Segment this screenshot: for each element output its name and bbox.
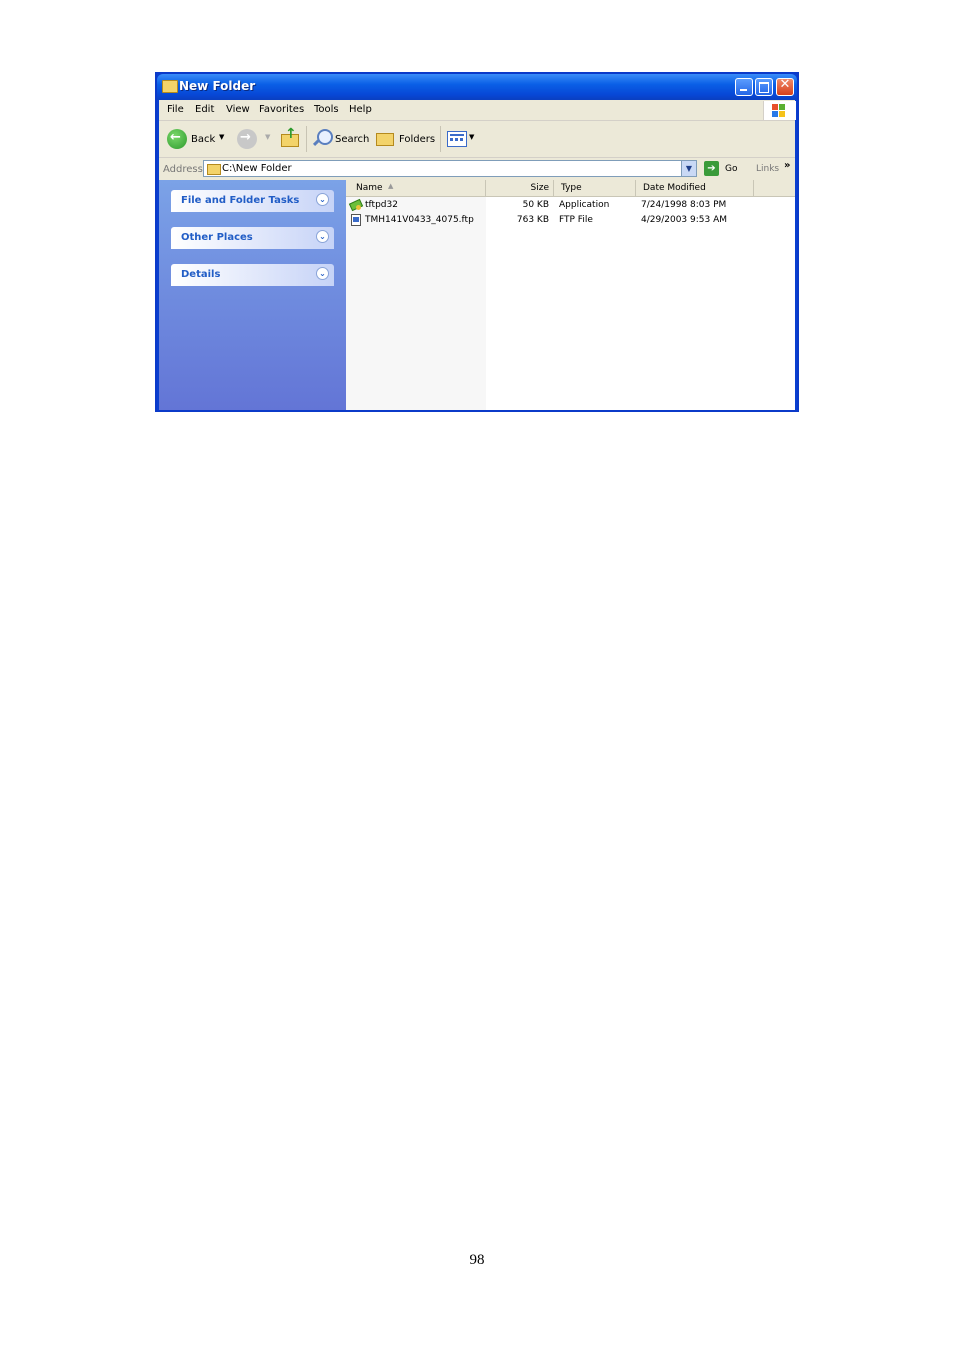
file-name: TMH141V0433_4075.ftp (365, 215, 474, 225)
file-size: 50 KB (522, 200, 549, 210)
panel-title: Other Places (181, 232, 253, 243)
folder-icon (162, 80, 178, 93)
column-header-label: Name (356, 183, 383, 193)
window-title: New Folder (179, 79, 256, 93)
ftp-file-icon (350, 214, 362, 226)
expand-chevron-icon[interactable]: ⌄ (316, 267, 329, 280)
search-icon[interactable] (312, 128, 333, 148)
go-button[interactable]: Go (725, 164, 737, 174)
links-chevron-icon[interactable]: » (784, 160, 790, 171)
explorer-window: New Folder ✕ File Edit View Favorites To… (155, 72, 799, 412)
column-header-label: Size (530, 183, 549, 193)
address-value: C:\New Folder (222, 163, 292, 174)
menu-bar: File Edit View Favorites Tools Help (159, 100, 796, 121)
standard-toolbar: ← Back ▼ → ▼ ↑ Search Folders ▼ (159, 121, 795, 158)
sort-ascending-icon: ▲ (388, 182, 394, 190)
menu-file[interactable]: File (167, 104, 184, 115)
folders-button[interactable]: Folders (399, 134, 435, 145)
window-body: File Edit View Favorites Tools Help ← Ba… (159, 100, 796, 410)
views-icon[interactable] (447, 131, 467, 147)
column-header-type[interactable]: Type (554, 180, 636, 197)
address-label: Address (163, 164, 203, 175)
file-name: tftpd32 (365, 200, 398, 210)
file-list: Name ▲ Size Type Date Modified tftpd32 5… (346, 180, 795, 410)
windows-flag-icon (772, 104, 786, 117)
column-header-date-modified[interactable]: Date Modified (636, 180, 754, 197)
menu-favorites[interactable]: Favorites (259, 104, 304, 115)
panel-title: Details (181, 269, 221, 280)
task-pane: File and Folder Tasks ⌄ Other Places ⌄ D… (159, 180, 346, 410)
file-size: 763 KB (516, 215, 549, 225)
table-row[interactable]: tftpd32 50 KB Application 7/24/1998 8:03… (346, 198, 795, 213)
file-type: Application (559, 200, 610, 210)
panel-title: File and Folder Tasks (181, 195, 300, 206)
back-button[interactable]: Back (191, 134, 215, 145)
back-dropdown-icon[interactable]: ▼ (219, 133, 224, 141)
address-input[interactable]: C:\New Folder ▼ (203, 160, 697, 177)
column-header-label: Type (561, 183, 582, 193)
application-icon (348, 198, 364, 212)
menu-view[interactable]: View (226, 104, 250, 115)
toolbar-separator (306, 126, 307, 152)
address-bar: Address C:\New Folder ▼ ➔ Go Links » (159, 158, 795, 180)
file-date: 4/29/2003 9:53 AM (641, 215, 728, 225)
folders-icon[interactable] (376, 130, 396, 146)
column-header-size[interactable]: Size (486, 180, 554, 197)
title-bar[interactable]: New Folder ✕ (157, 74, 797, 100)
close-button[interactable]: ✕ (776, 77, 794, 96)
menu-edit[interactable]: Edit (195, 104, 214, 115)
file-date: 7/24/1998 8:03 PM (641, 200, 727, 210)
column-header-filler (754, 180, 795, 197)
minimize-button[interactable] (735, 78, 753, 96)
forward-arrow-icon[interactable]: → (237, 129, 257, 149)
menu-tools[interactable]: Tools (314, 104, 339, 115)
go-arrow-icon[interactable]: ➔ (704, 161, 719, 176)
page-number: 98 (469, 1252, 485, 1268)
search-button[interactable]: Search (335, 134, 369, 145)
maximize-icon (759, 82, 769, 93)
folder-icon (207, 164, 221, 175)
column-header-label: Date Modified (643, 183, 706, 193)
table-row[interactable]: TMH141V0433_4075.ftp 763 KB FTP File 4/2… (346, 213, 795, 228)
forward-dropdown-icon[interactable]: ▼ (265, 133, 270, 141)
address-dropdown-icon[interactable]: ▼ (681, 161, 696, 176)
panel-other-places[interactable]: Other Places ⌄ (171, 227, 334, 249)
file-type: FTP File (559, 215, 593, 225)
up-folder-icon[interactable]: ↑ (281, 126, 299, 148)
links-label[interactable]: Links (756, 164, 779, 174)
windows-logo (763, 101, 796, 120)
maximize-button[interactable] (755, 78, 773, 96)
column-header-name[interactable]: Name ▲ (346, 180, 486, 197)
panel-details[interactable]: Details ⌄ (171, 264, 334, 286)
expand-chevron-icon[interactable]: ⌄ (316, 230, 329, 243)
toolbar-separator (440, 126, 441, 152)
panel-file-folder-tasks[interactable]: File and Folder Tasks ⌄ (171, 190, 334, 212)
minimize-icon (740, 89, 747, 91)
expand-chevron-icon[interactable]: ⌄ (316, 193, 329, 206)
menu-help[interactable]: Help (349, 104, 372, 115)
close-icon: ✕ (779, 77, 791, 92)
views-dropdown-icon[interactable]: ▼ (469, 133, 474, 141)
back-arrow-icon[interactable]: ← (167, 129, 187, 149)
sorted-column-highlight (346, 197, 486, 410)
